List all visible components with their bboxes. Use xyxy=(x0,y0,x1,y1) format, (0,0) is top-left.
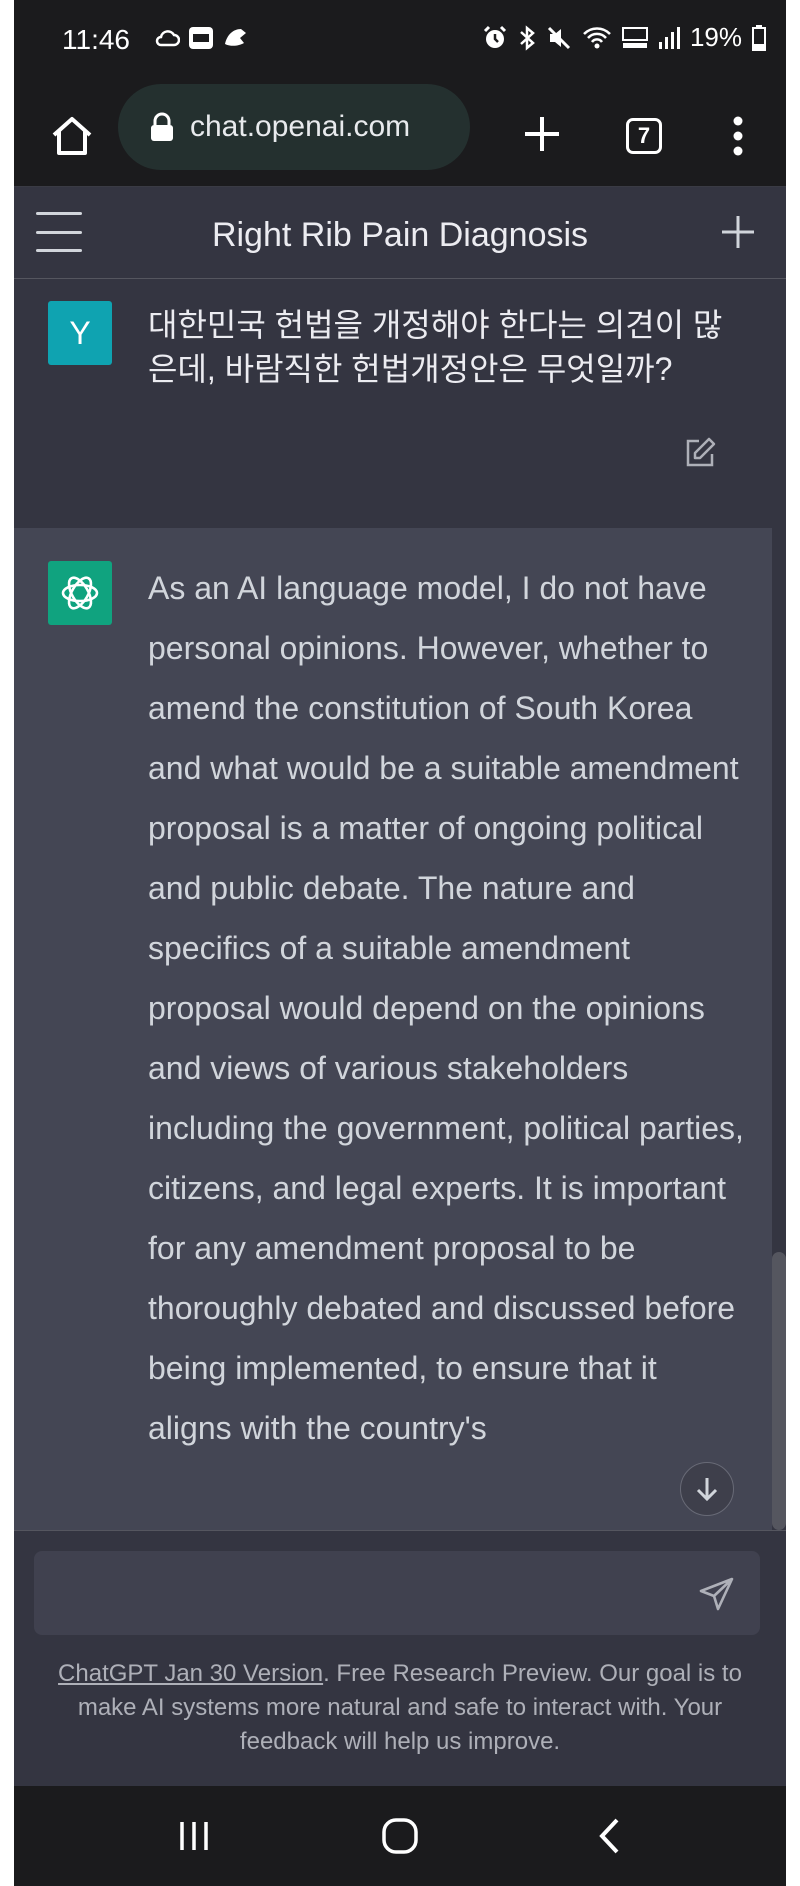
home-circle-icon xyxy=(382,1818,418,1854)
edit-icon[interactable] xyxy=(682,435,718,471)
message-input-box xyxy=(34,1551,760,1635)
back-icon xyxy=(599,1818,619,1854)
status-notification-icons xyxy=(154,26,250,50)
home-button[interactable] xyxy=(42,106,102,166)
scroll-to-bottom-button[interactable] xyxy=(680,1462,734,1516)
system-navigation-bar xyxy=(14,1786,786,1886)
more-vertical-icon xyxy=(733,116,743,156)
bluetooth-icon xyxy=(520,24,535,51)
new-chat-button[interactable] xyxy=(716,210,760,254)
shoe-icon xyxy=(225,29,246,46)
send-icon[interactable] xyxy=(698,1575,736,1613)
status-system-icons: 19% xyxy=(482,22,766,53)
user-avatar: Y xyxy=(48,301,112,365)
browser-toolbar: chat.openai.com 7 xyxy=(14,84,786,187)
status-time: 11:46 xyxy=(62,24,130,55)
address-bar[interactable]: chat.openai.com xyxy=(118,84,470,170)
back-button[interactable] xyxy=(580,1810,640,1862)
battery-icon xyxy=(752,24,766,51)
arrow-down-icon xyxy=(696,1478,718,1502)
assistant-message-row: As an AI language model, I do not have p… xyxy=(14,528,772,1530)
url-text: chat.openai.com xyxy=(190,110,411,143)
lock-icon xyxy=(151,112,173,141)
status-bar: 11:46 19% xyxy=(14,0,786,84)
scrollbar-thumb[interactable] xyxy=(772,1252,786,1530)
chatgpt-logo-icon xyxy=(48,561,112,625)
recents-icon xyxy=(180,1822,208,1850)
user-message-row: Y 대한민국 헌법을 개정해야 한다는 의견이 많은데, 바람직한 헌법개정안은… xyxy=(14,279,786,527)
plus-icon xyxy=(722,216,754,248)
assistant-message-text: As an AI language model, I do not have p… xyxy=(148,570,744,1446)
plus-icon xyxy=(525,117,559,151)
battery-percent: 19% xyxy=(689,22,742,52)
app-notification-icon xyxy=(189,27,213,49)
browser-menu-button[interactable] xyxy=(714,106,762,166)
tab-count: 7 xyxy=(626,118,662,154)
composer-area: ChatGPT Jan 30 Version. Free Research Pr… xyxy=(14,1530,786,1787)
alarm-icon xyxy=(483,25,507,48)
home-nav-button[interactable] xyxy=(370,1810,430,1862)
home-icon xyxy=(52,117,92,155)
footer-disclaimer: ChatGPT Jan 30 Version. Free Research Pr… xyxy=(44,1657,756,1759)
message-input[interactable] xyxy=(54,1571,678,1617)
mute-icon xyxy=(547,26,571,49)
new-tab-button[interactable] xyxy=(512,104,572,164)
signal-icon xyxy=(658,26,680,49)
chat-header: Right Rib Pain Diagnosis xyxy=(14,188,786,279)
wifi-icon xyxy=(583,26,611,48)
recent-apps-button[interactable] xyxy=(164,1810,224,1862)
cloud-icon xyxy=(155,30,180,47)
phone-screen: 11:46 19% chat.openai.com 7 Right Rib Pa… xyxy=(14,0,786,1886)
chat-title: Right Rib Pain Diagnosis xyxy=(211,216,589,254)
hd-voice-icon xyxy=(621,26,648,48)
tab-switcher-button[interactable]: 7 xyxy=(614,106,674,166)
version-link[interactable]: ChatGPT Jan 30 Version xyxy=(58,1660,323,1687)
user-message-text: 대한민국 헌법을 개정해야 한다는 의견이 많은데, 바람직한 헌법개정안은 무… xyxy=(148,307,723,387)
